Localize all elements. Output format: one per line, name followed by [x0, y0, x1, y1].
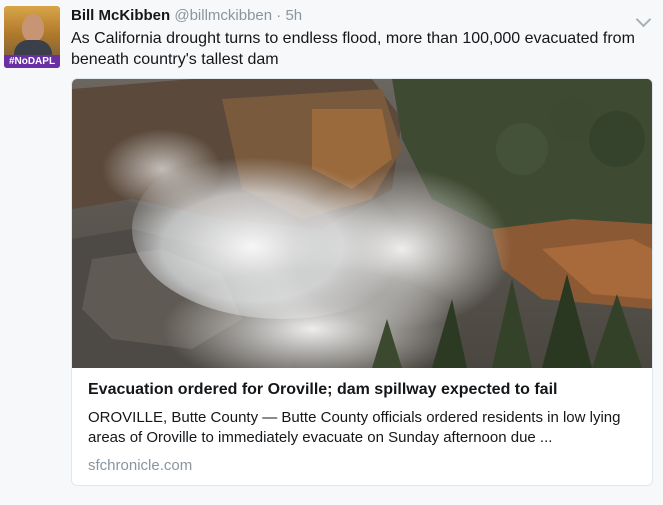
separator-dot: · — [276, 7, 282, 24]
chevron-down-icon[interactable] — [635, 11, 652, 28]
tweet-time[interactable]: 5h — [285, 7, 302, 24]
link-card[interactable]: Evacuation ordered for Oroville; dam spi… — [71, 78, 653, 486]
avatar[interactable]: #NoDAPL — [4, 6, 60, 68]
avatar-face — [22, 14, 44, 42]
card-description: OROVILLE, Butte County — Butte County of… — [88, 409, 621, 446]
tweet-text: As California drought turns to endless f… — [71, 30, 635, 68]
card-image[interactable] — [72, 79, 652, 368]
author-name[interactable]: Bill McKibben — [71, 7, 170, 24]
card-body: Evacuation ordered for Oroville; dam spi… — [88, 380, 640, 476]
avatar-tag: #NoDAPL — [4, 55, 60, 68]
tweet-header: Bill McKibben @billmckibben · 5h — [71, 6, 302, 26]
card-title[interactable]: Evacuation ordered for Oroville; dam spi… — [88, 380, 640, 400]
tweet[interactable]: #NoDAPL Bill McKibben @billmckibben · 5h… — [0, 0, 663, 505]
author-handle[interactable]: @billmckibben — [174, 7, 272, 24]
card-domain[interactable]: sfchronicle.com — [88, 456, 640, 476]
